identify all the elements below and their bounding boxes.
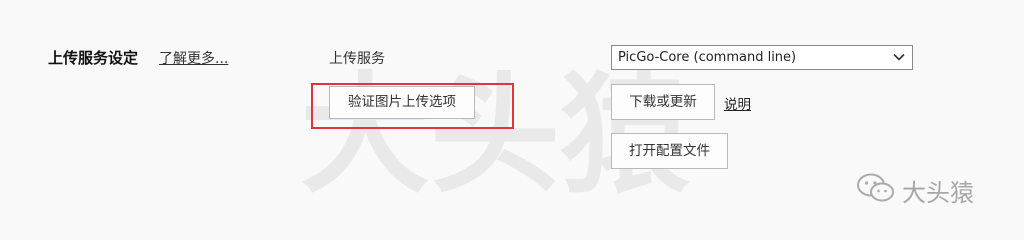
help-link[interactable]: 说明 (724, 93, 751, 113)
watermark-logo: 大头猿 (856, 172, 974, 208)
upload-service-label: 上传服务 (329, 51, 385, 67)
learn-more-link[interactable]: 了解更多... (159, 48, 228, 68)
download-update-button[interactable]: 下载或更新 (611, 84, 715, 120)
open-config-file-button[interactable]: 打开配置文件 (611, 133, 728, 169)
watermark-logo-text: 大头猿 (902, 178, 974, 207)
wechat-icon (856, 172, 896, 208)
verify-upload-options-button[interactable]: 验证图片上传选项 (329, 86, 475, 119)
chevron-down-icon (892, 50, 906, 68)
section-title: 上传服务设定 (48, 49, 139, 67)
upload-service-selected-value: PicGo-Core (command line) (618, 50, 797, 65)
upload-service-select[interactable]: PicGo-Core (command line) (611, 45, 913, 70)
